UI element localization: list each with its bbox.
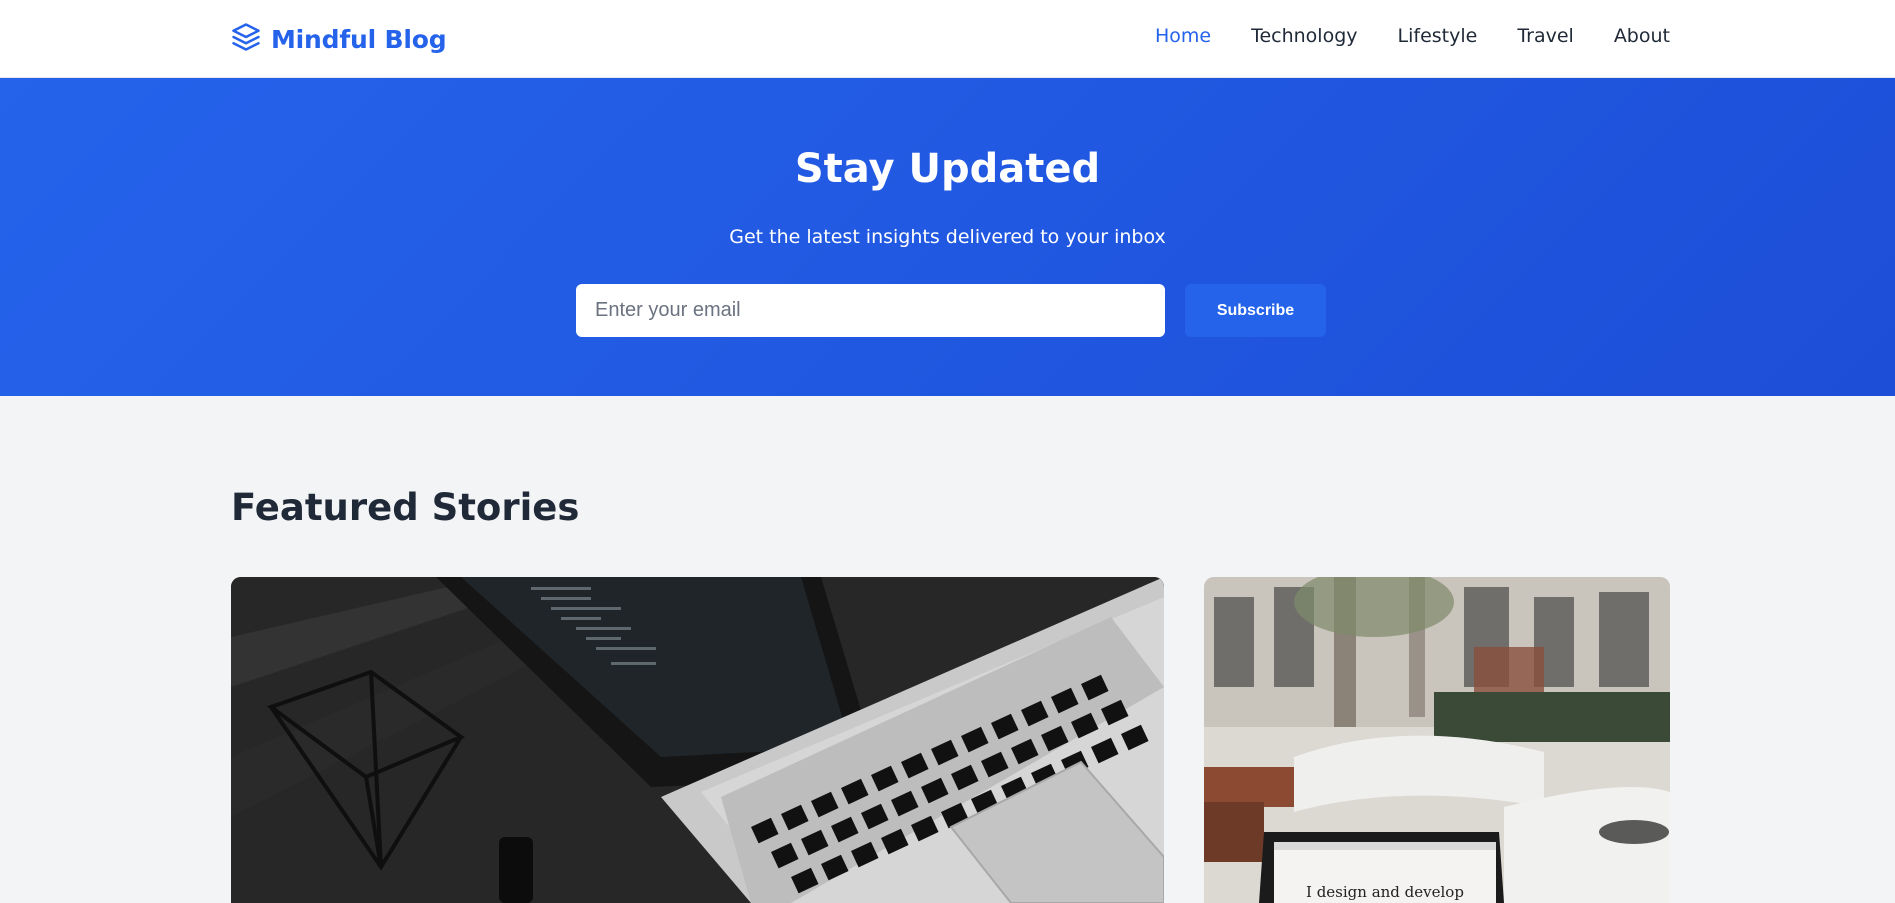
featured-card-laptop[interactable] [231,577,1164,903]
nav-technology[interactable]: Technology [1251,25,1357,47]
featured-stories-heading: Featured Stories [231,486,580,529]
navbar: Mindful Blog Home Technology Lifestyle T… [0,0,1895,78]
nav-travel[interactable]: Travel [1517,25,1573,47]
brand-name: Mindful Blog [271,24,447,54]
email-input[interactable] [576,284,1165,337]
laptop-screen-text: I design and develop [1306,883,1464,901]
nav-lifestyle[interactable]: Lifestyle [1398,25,1478,47]
hero-subtitle: Get the latest insights delivered to you… [729,226,1166,248]
main-nav: Home Technology Lifestyle Travel About [1155,25,1670,47]
nav-home[interactable]: Home [1155,25,1211,47]
layers-icon [231,22,261,56]
brand-logo[interactable]: Mindful Blog [231,22,447,56]
hero-title: Stay Updated [794,146,1101,192]
cafe-laptop-photo: I design and develop [1204,577,1670,903]
nav-about[interactable]: About [1614,25,1670,47]
subscribe-button[interactable]: Subscribe [1185,284,1326,337]
laptop-keyboard-photo [231,577,1164,903]
featured-card-cafe[interactable]: I design and develop [1204,577,1670,903]
newsletter-hero: Stay Updated Get the latest insights del… [0,78,1895,396]
